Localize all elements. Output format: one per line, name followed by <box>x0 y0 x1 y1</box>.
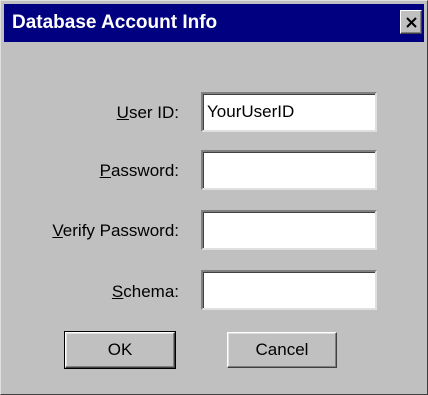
password-field[interactable] <box>201 150 377 190</box>
user-id-field[interactable] <box>201 92 377 132</box>
cancel-button[interactable]: Cancel <box>227 332 337 368</box>
verify-password-label: Verify Password: <box>52 221 179 240</box>
database-account-dialog: Database Account Info User ID: Password:… <box>0 0 428 395</box>
ok-button[interactable]: OK <box>64 331 176 369</box>
password-label: Password: <box>99 161 179 180</box>
schema-label: Schema: <box>111 282 179 301</box>
title-bar[interactable]: Database Account Info <box>4 4 424 42</box>
user-id-label: User ID: <box>116 103 179 122</box>
close-icon <box>406 17 417 28</box>
close-button[interactable] <box>400 10 422 34</box>
schema-field[interactable] <box>201 270 377 310</box>
verify-password-field[interactable] <box>201 210 377 250</box>
window-title: Database Account Info <box>12 12 218 33</box>
